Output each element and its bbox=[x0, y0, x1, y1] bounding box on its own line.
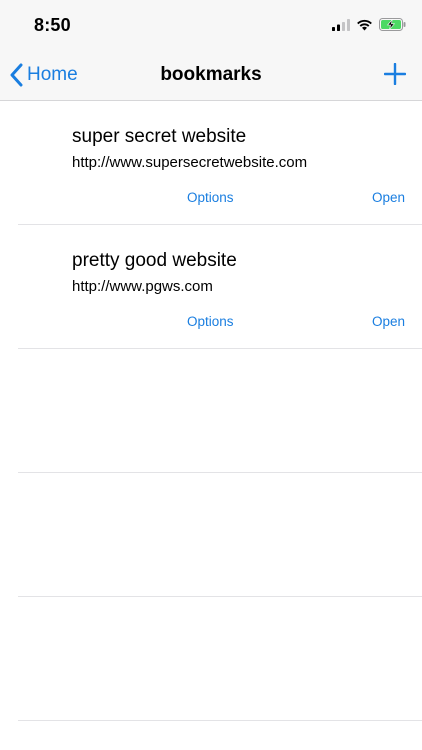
bookmark-title: super secret website bbox=[72, 126, 247, 147]
navigation-bar: Home bookmarks bbox=[0, 50, 422, 101]
battery-charging-icon bbox=[379, 18, 406, 31]
empty-row bbox=[18, 473, 422, 597]
wifi-icon bbox=[357, 19, 372, 30]
add-bookmark-button[interactable] bbox=[384, 63, 406, 85]
bookmark-list: super secret website http://www.supersec… bbox=[0, 101, 422, 721]
page-title: bookmarks bbox=[160, 64, 262, 85]
status-time: 8:50 bbox=[34, 15, 71, 35]
status-bar: 8:50 bbox=[0, 0, 422, 50]
empty-row bbox=[18, 597, 422, 721]
plus-icon bbox=[384, 63, 406, 85]
open-button[interactable]: Open bbox=[372, 190, 405, 205]
empty-row bbox=[18, 349, 422, 473]
cellular-signal-icon bbox=[332, 18, 350, 31]
open-button[interactable]: Open bbox=[372, 314, 405, 329]
bookmark-url: http://www.supersecretwebsite.com bbox=[72, 154, 308, 171]
bookmark-row: super secret website http://www.supersec… bbox=[18, 101, 422, 225]
bookmark-url: http://www.pgws.com bbox=[72, 278, 213, 295]
options-button[interactable]: Options bbox=[187, 314, 234, 329]
bookmark-row: pretty good website http://www.pgws.com … bbox=[18, 225, 422, 349]
bookmark-title: pretty good website bbox=[72, 250, 237, 271]
options-button[interactable]: Options bbox=[187, 190, 234, 205]
status-icons bbox=[332, 18, 406, 31]
